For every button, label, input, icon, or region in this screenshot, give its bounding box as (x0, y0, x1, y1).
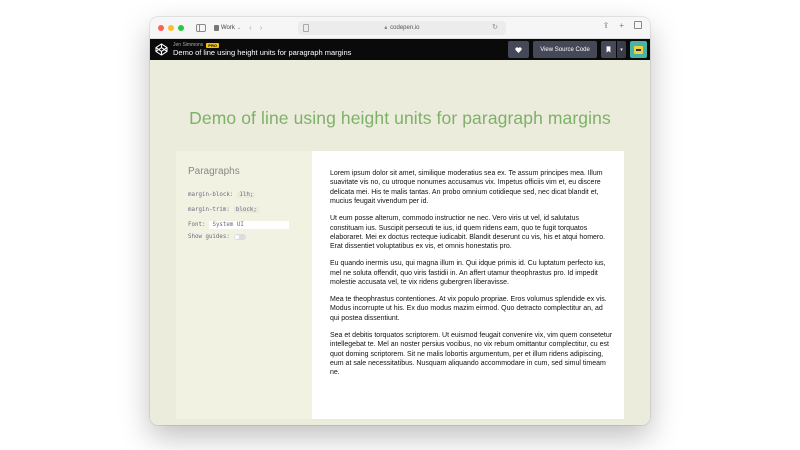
margin-block-value[interactable]: 1lh; (237, 192, 256, 198)
nav-arrows: ‹ › (249, 23, 262, 32)
lock-icon: 🔒︎ (384, 25, 388, 31)
margin-trim-label: margin-trim: (188, 207, 230, 213)
window-controls (158, 24, 184, 31)
margin-block-row: margin-block: 1lh; (188, 192, 256, 198)
chevron-down-icon: ▾ (620, 46, 623, 53)
heart-icon (515, 46, 522, 53)
pin-icon (606, 46, 611, 53)
back-icon[interactable]: ‹ (249, 23, 252, 32)
margin-trim-value[interactable]: block; (233, 207, 259, 213)
new-tab-icon[interactable]: + (619, 21, 624, 30)
paragraph: Sea et debitis torquatos scriptorem. Ut … (330, 331, 613, 377)
toolbar-actions: ⇪ + (603, 21, 642, 30)
profile-label: Work (221, 24, 235, 31)
forward-icon[interactable]: › (260, 23, 263, 32)
love-button[interactable] (508, 41, 529, 58)
show-guides-row: Show guides: (188, 234, 246, 240)
browser-window: Work ⌄ ‹ › 🔒︎ codepen.io ↻ ⇪ + Jen Simmo… (150, 17, 650, 425)
address-text: codepen.io (390, 25, 420, 31)
view-source-button[interactable]: View Source Code (533, 41, 597, 58)
font-label: Font: (188, 222, 206, 228)
page-heading: Demo of line using height units for para… (189, 108, 611, 128)
paragraph: Ut eum posse alterum, commodo instructio… (330, 215, 606, 251)
show-guides-toggle[interactable] (233, 234, 246, 240)
sidebar-toggle-icon[interactable] (196, 23, 206, 32)
font-select[interactable]: System UI (209, 221, 290, 229)
tab-overview-icon[interactable] (634, 21, 642, 29)
chevron-down-icon: ⌄ (236, 24, 242, 31)
paragraph-content: Lorem ipsum dolor sit amet, similique mo… (330, 169, 614, 385)
pin-button[interactable] (601, 41, 616, 58)
pen-actions: View Source Code ▾ (508, 41, 647, 58)
margin-block-label: margin-block: (188, 192, 234, 198)
browser-toolbar: Work ⌄ ‹ › 🔒︎ codepen.io ↻ ⇪ + (150, 17, 650, 39)
pen-info: Jen Simmons PRO Demo of line using heigh… (173, 42, 351, 57)
minimize-window-button[interactable] (168, 24, 174, 31)
demo-panel: Paragraphs margin-block: 1lh; margin-tri… (176, 151, 624, 419)
paragraph: Eu quando inermis usu, qui magna illum i… (330, 260, 606, 287)
margin-trim-row: margin-trim: block; (188, 207, 259, 213)
controls-title: Paragraphs (188, 166, 240, 177)
address-bar[interactable]: 🔒︎ codepen.io ↻ (298, 21, 506, 35)
codepen-logo-icon[interactable] (154, 43, 168, 57)
profile-icon (214, 24, 219, 31)
profile-selector[interactable]: Work ⌄ (214, 24, 242, 31)
paragraph: Mea te theophrastus contentiones. At vix… (330, 295, 607, 322)
share-icon[interactable]: ⇪ (603, 21, 610, 30)
paragraph: Lorem ipsum dolor sit amet, similique mo… (330, 170, 603, 206)
pro-badge: PRO (206, 42, 219, 48)
close-window-button[interactable] (158, 24, 164, 31)
pin-menu-button[interactable]: ▾ (617, 41, 626, 58)
reload-icon[interactable]: ↻ (492, 23, 498, 31)
demo-page: Demo of line using height units for para… (150, 60, 650, 425)
controls-sidebar: Paragraphs margin-block: 1lh; margin-tri… (176, 151, 312, 419)
zoom-window-button[interactable] (178, 24, 184, 31)
font-row: Font: System UI (188, 221, 290, 229)
codepen-header: Jen Simmons PRO Demo of line using heigh… (150, 39, 650, 60)
page-settings-icon[interactable] (303, 24, 309, 32)
user-avatar[interactable] (630, 41, 647, 58)
show-guides-label: Show guides: (188, 234, 230, 240)
pen-title: Demo of line using height units for para… (173, 48, 352, 57)
